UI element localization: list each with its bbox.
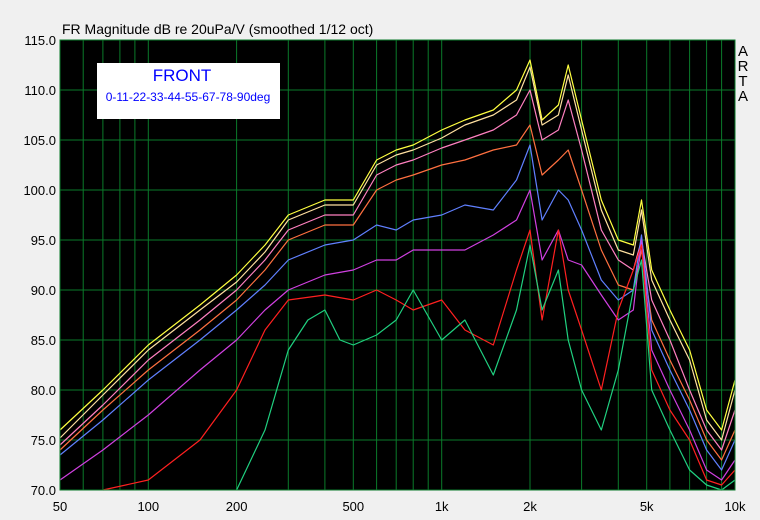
y-tick-label: 85.0 (31, 333, 56, 348)
y-axis-ticks: 115.0 110.0 105.0 100.0 95.0 90.0 85.0 80.0 75.0… (23, 33, 56, 498)
y-tick-label: 95.0 (31, 233, 56, 248)
x-tick-label: 5k (640, 499, 654, 514)
y-tick-label: 110.0 (24, 83, 56, 98)
legend-subtitle: 0-11-22-33-44-55-67-78-90deg (106, 90, 271, 104)
y-tick-label: 80.0 (31, 383, 56, 398)
x-axis-ticks: 50 100 200 500 1k 2k 5k 10k (53, 499, 746, 514)
x-tick-label: 500 (342, 499, 364, 514)
y-tick-label: 90.0 (31, 283, 56, 298)
x-tick-label: 1k (435, 499, 449, 514)
frequency-response-chart: FR Magnitude dB re 20uPa/V (smoothed 1/1… (23, 21, 749, 514)
y-tick-label: 75.0 (31, 433, 56, 448)
y-tick-label: 70.0 (31, 483, 56, 498)
x-tick-label: 200 (226, 499, 248, 514)
x-tick-label: 10k (725, 499, 746, 514)
x-tick-label: 50 (53, 499, 67, 514)
brand-letter-a2: A (738, 88, 748, 105)
legend-box: FRONT 0-11-22-33-44-55-67-78-90deg (97, 63, 280, 119)
legend-title: FRONT (153, 66, 212, 85)
chart-title: FR Magnitude dB re 20uPa/V (smoothed 1/1… (62, 21, 373, 37)
y-tick-label: 100.0 (23, 183, 56, 198)
y-tick-label: 115.0 (24, 33, 56, 48)
x-tick-label: 100 (137, 499, 159, 514)
y-tick-label: 105.0 (23, 133, 56, 148)
x-tick-label: 2k (523, 499, 537, 514)
brand-label: A R T A (738, 43, 749, 105)
